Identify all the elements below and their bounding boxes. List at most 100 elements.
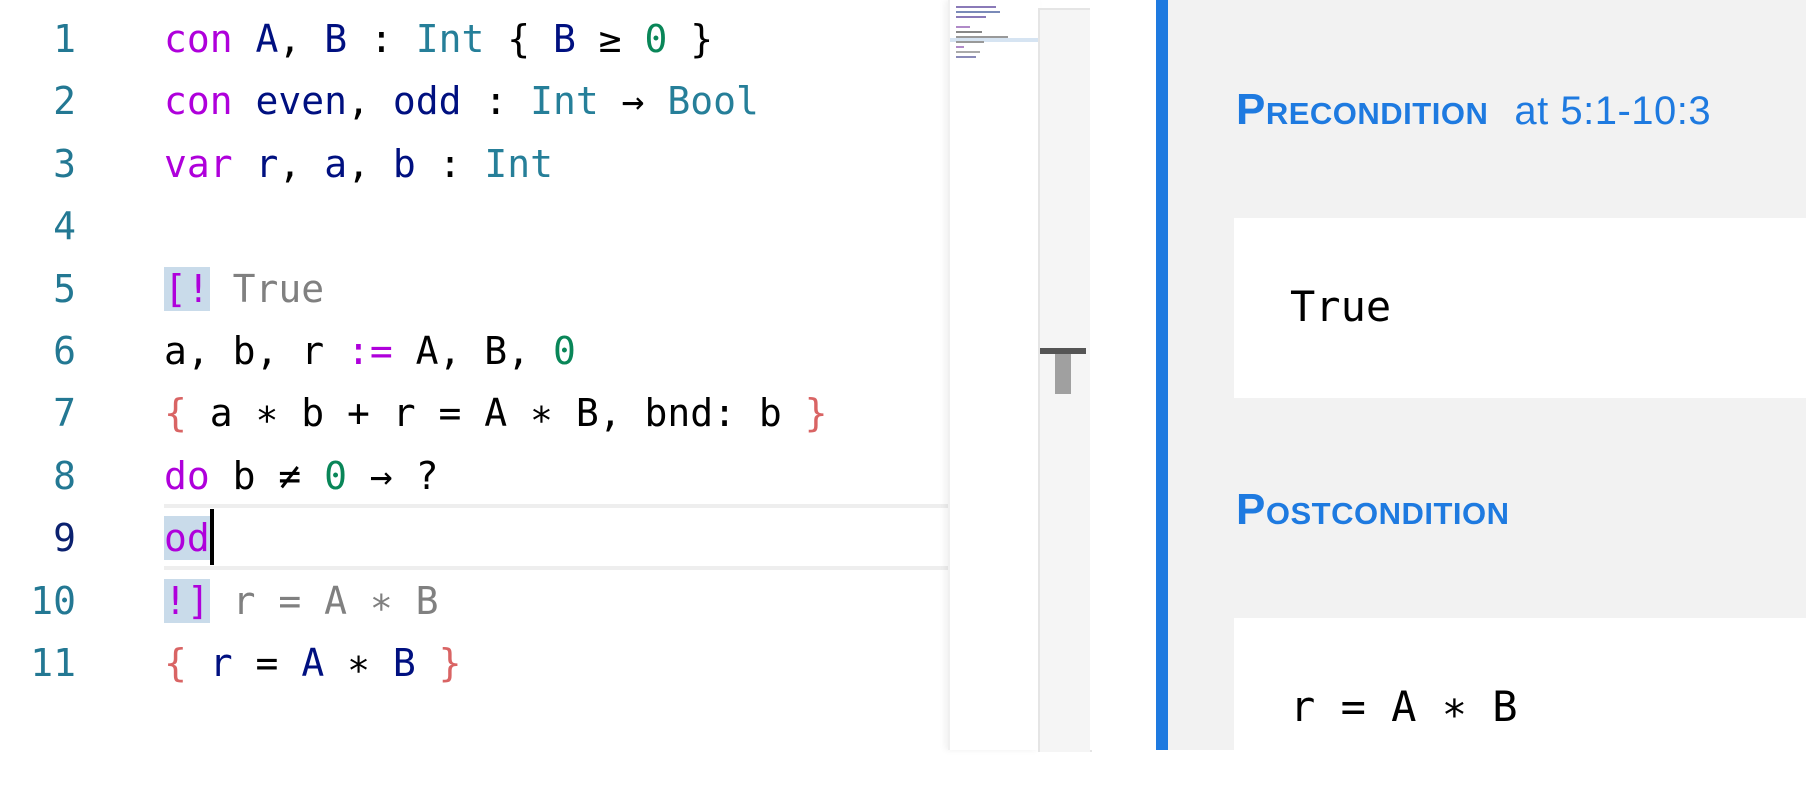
postcondition-heading: Postcondition [1236, 480, 1510, 540]
code-token: : [461, 79, 531, 124]
minimap-line [956, 36, 1008, 38]
precondition-location-link[interactable]: at 5:1-10:3 [1514, 89, 1711, 133]
code-token: ≥ [575, 17, 645, 61]
line-number: 1 [53, 17, 76, 61]
code-token: → [598, 79, 668, 124]
code-line[interactable]: 6 a, b, r := A, B, 0 [0, 320, 948, 382]
code-token: r [255, 141, 279, 186]
code-token: b [392, 141, 416, 186]
minimap-line [956, 6, 996, 8]
code-token: r [209, 641, 233, 685]
code-token: 0 [324, 453, 348, 498]
code-token: Int [484, 141, 554, 186]
minimap-line [956, 31, 982, 33]
code-text: var r, a, b : Int [164, 133, 553, 195]
code-token: B [324, 17, 348, 61]
code-token: even [255, 79, 348, 124]
code-token: 0 [552, 329, 576, 373]
code-editor[interactable]: 1 con A, B : Int { B ≥ 0 } 2 con even, odd … [0, 0, 950, 750]
line-number: 3 [53, 141, 76, 186]
code-token: B [553, 17, 576, 61]
code-token: : [347, 17, 416, 61]
proof-obligations-panel: Precondition at 5:1-10:3 True Postconditi… [1156, 0, 1806, 798]
code-line[interactable]: 5 [! True [0, 258, 948, 320]
code-token: A [301, 641, 325, 685]
postcondition-value: r = A ∗ B [1290, 682, 1518, 731]
precondition-card: True [1234, 218, 1806, 398]
code-text: con A, B : Int { B ≥ 0 } [164, 8, 713, 70]
postcondition-card: r = A ∗ B [1234, 618, 1806, 798]
line-number: 7 [53, 391, 76, 436]
code-token: , [278, 17, 325, 61]
code-line[interactable]: 7 { a ∗ b + r = A ∗ B, bnd: b } [0, 382, 948, 444]
minimap-line [956, 56, 976, 58]
line-number: 10 [30, 578, 76, 623]
code-text: a, b, r := A, B, 0 [164, 320, 576, 382]
precondition-label: Precondition [1236, 85, 1489, 134]
code-text: { a ∗ b + r = A ∗ B, bnd: b } [164, 382, 828, 444]
line-number: 8 [53, 453, 76, 498]
minimap-line [956, 26, 970, 28]
code-token: con [164, 79, 233, 124]
scrollbar-thumb[interactable] [1055, 354, 1071, 394]
code-text: do b ≠ 0 → ? [164, 445, 439, 507]
code-line[interactable]: 11 { r = A ∗ B } [0, 632, 948, 694]
code-token: a [324, 141, 348, 186]
panel-gap [1090, 0, 1156, 750]
precondition-value: True [1290, 282, 1392, 331]
code-line[interactable]: 4 [0, 195, 948, 257]
code-token: A [255, 17, 279, 61]
postcondition-label: Postcondition [1236, 485, 1510, 534]
line-number: 2 [53, 79, 76, 124]
code-line[interactable]: 2 con even, odd : Int → Bool [0, 70, 948, 132]
code-token: } [804, 391, 828, 436]
code-text: od [164, 507, 214, 569]
code-token: odd [392, 79, 462, 124]
code-token: con [164, 17, 233, 61]
line-number: 11 [30, 641, 76, 685]
precondition-heading: Precondition at 5:1-10:3 [1236, 80, 1711, 141]
code-token: do [164, 453, 210, 498]
code-token: var [164, 141, 233, 186]
code-line[interactable]: 1 con A, B : Int { B ≥ 0 } [0, 8, 948, 70]
minimap-line [956, 16, 986, 18]
code-token: := [347, 329, 393, 373]
code-token: = [232, 641, 302, 685]
code-token: b ≠ [209, 453, 325, 498]
code-token: ∗ [324, 641, 393, 685]
minimap[interactable] [948, 0, 1040, 750]
code-line[interactable]: 10 !] r = A ∗ B [0, 570, 948, 632]
code-text: [! True [164, 258, 324, 320]
code-token: Int [530, 79, 599, 124]
code-text: { r = A ∗ B } [164, 632, 462, 694]
code-token: Bool [667, 79, 759, 124]
code-token: } [667, 17, 714, 61]
code-token: a, b, r [164, 329, 348, 373]
selected-token: [! [164, 266, 210, 311]
code-line[interactable]: 9 od [0, 507, 948, 569]
code-token: , [278, 141, 325, 186]
code-token: → ? [347, 453, 439, 498]
line-number: 5 [53, 266, 76, 311]
selected-token: od [164, 516, 210, 561]
code-line[interactable]: 8 do b ≠ 0 → ? [0, 445, 948, 507]
code-token: } [438, 641, 462, 685]
code-line[interactable]: 3 var r, a, b : Int [0, 133, 948, 195]
code-token: : [415, 141, 485, 186]
line-number: 9 [53, 516, 76, 561]
line-number: 6 [53, 329, 76, 373]
code-text: !] r = A ∗ B [164, 570, 439, 632]
minimap-line [956, 41, 984, 43]
code-token: A, B, [392, 329, 553, 373]
code-token: { [484, 17, 553, 61]
code-text: con even, odd : Int → Bool [164, 70, 759, 132]
selected-token: !] [164, 578, 210, 623]
code-token: { [164, 391, 187, 436]
